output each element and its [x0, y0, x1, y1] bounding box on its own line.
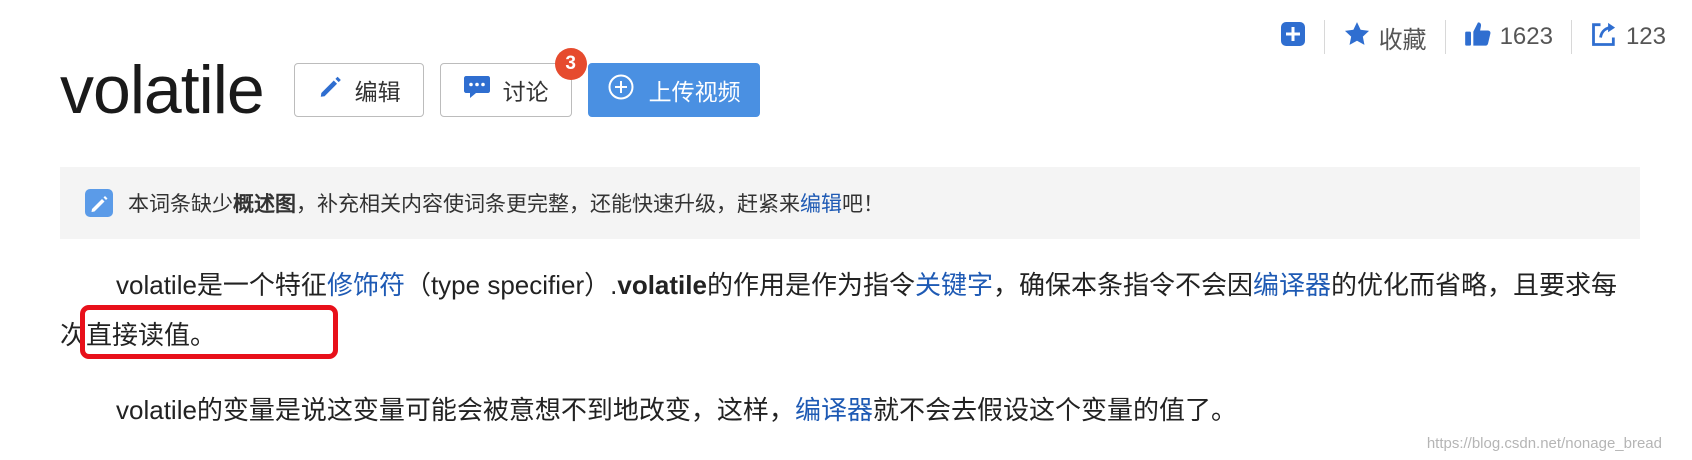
chat-icon — [463, 74, 491, 106]
edit-button[interactable]: 编辑 — [293, 63, 424, 117]
discuss-count-badge: 3 — [554, 48, 587, 80]
discuss-button[interactable]: 讨论 3 — [439, 48, 587, 117]
notice-text-post: 吧！ — [842, 193, 884, 216]
p2-text-1: volatile的变量是说这变量可能会被意想不到地改变，这样， — [116, 395, 795, 425]
link-modifier[interactable]: 修饰符 — [327, 270, 405, 300]
p2-text-2: 就不会去假设这个变量的值了。 — [872, 395, 1237, 425]
add-button[interactable] — [1262, 21, 1324, 54]
notice-edit-link[interactable]: 编辑 — [800, 193, 842, 216]
highlight-annotation-box — [80, 305, 338, 359]
collect-button[interactable]: 收藏 — [1325, 20, 1445, 55]
edit-note-icon — [84, 188, 114, 218]
discuss-button-label: 讨论 — [502, 79, 549, 105]
share-icon — [1590, 20, 1618, 55]
notice-text-pre: 本词条缺少 — [128, 193, 233, 216]
top-actions: 收藏 1623 123 — [1262, 18, 1684, 56]
plus-square-icon — [1280, 21, 1306, 54]
missing-image-notice: 本词条缺少概述图，补充相关内容使词条更完整，还能快速升级，赶紧来编辑吧！ — [60, 167, 1640, 239]
share-count: 123 — [1625, 23, 1666, 50]
notice-text-mid: ，补充相关内容使词条更完整，还能快速升级，赶紧来 — [296, 193, 800, 216]
paragraph-2: volatile的变量是说这变量可能会被意想不到地改变，这样，编译器就不会去假设… — [60, 385, 1640, 435]
share-button[interactable]: 123 — [1572, 20, 1684, 55]
like-count: 1623 — [1499, 23, 1553, 50]
watermark: https://blog.csdn.net/nonage_bread — [1426, 435, 1662, 452]
p1-text-1: volatile是一个特征 — [116, 270, 327, 300]
p1-text-4: ，确保本条指令不会因 — [992, 270, 1253, 300]
edit-button-label: 编辑 — [354, 79, 401, 105]
star-icon — [1343, 20, 1371, 55]
collect-label: 收藏 — [1378, 26, 1427, 54]
notice-text: 本词条缺少概述图，补充相关内容使词条更完整，还能快速升级，赶紧来编辑吧！ — [128, 188, 884, 218]
like-button[interactable]: 1623 — [1446, 20, 1571, 55]
link-keyword[interactable]: 关键字 — [915, 270, 993, 300]
p1-text-2: （type specifier）. — [404, 270, 618, 300]
page-title: volatile — [60, 52, 265, 128]
pencil-icon — [317, 74, 343, 106]
p1-bold: volatile — [617, 270, 707, 300]
plus-circle-icon — [607, 73, 635, 107]
upload-video-button[interactable]: 上传视频 — [587, 63, 760, 117]
thumbs-up-icon — [1464, 20, 1492, 55]
p1-text-3: 的作用是作为指令 — [706, 270, 915, 300]
link-compiler[interactable]: 编译器 — [1253, 270, 1331, 300]
upload-video-label: 上传视频 — [648, 79, 741, 105]
link-compiler-2[interactable]: 编译器 — [795, 395, 873, 425]
title-row: volatile 编辑 讨论 3 上传视频 — [60, 48, 776, 128]
notice-bold: 概述图 — [233, 193, 296, 216]
